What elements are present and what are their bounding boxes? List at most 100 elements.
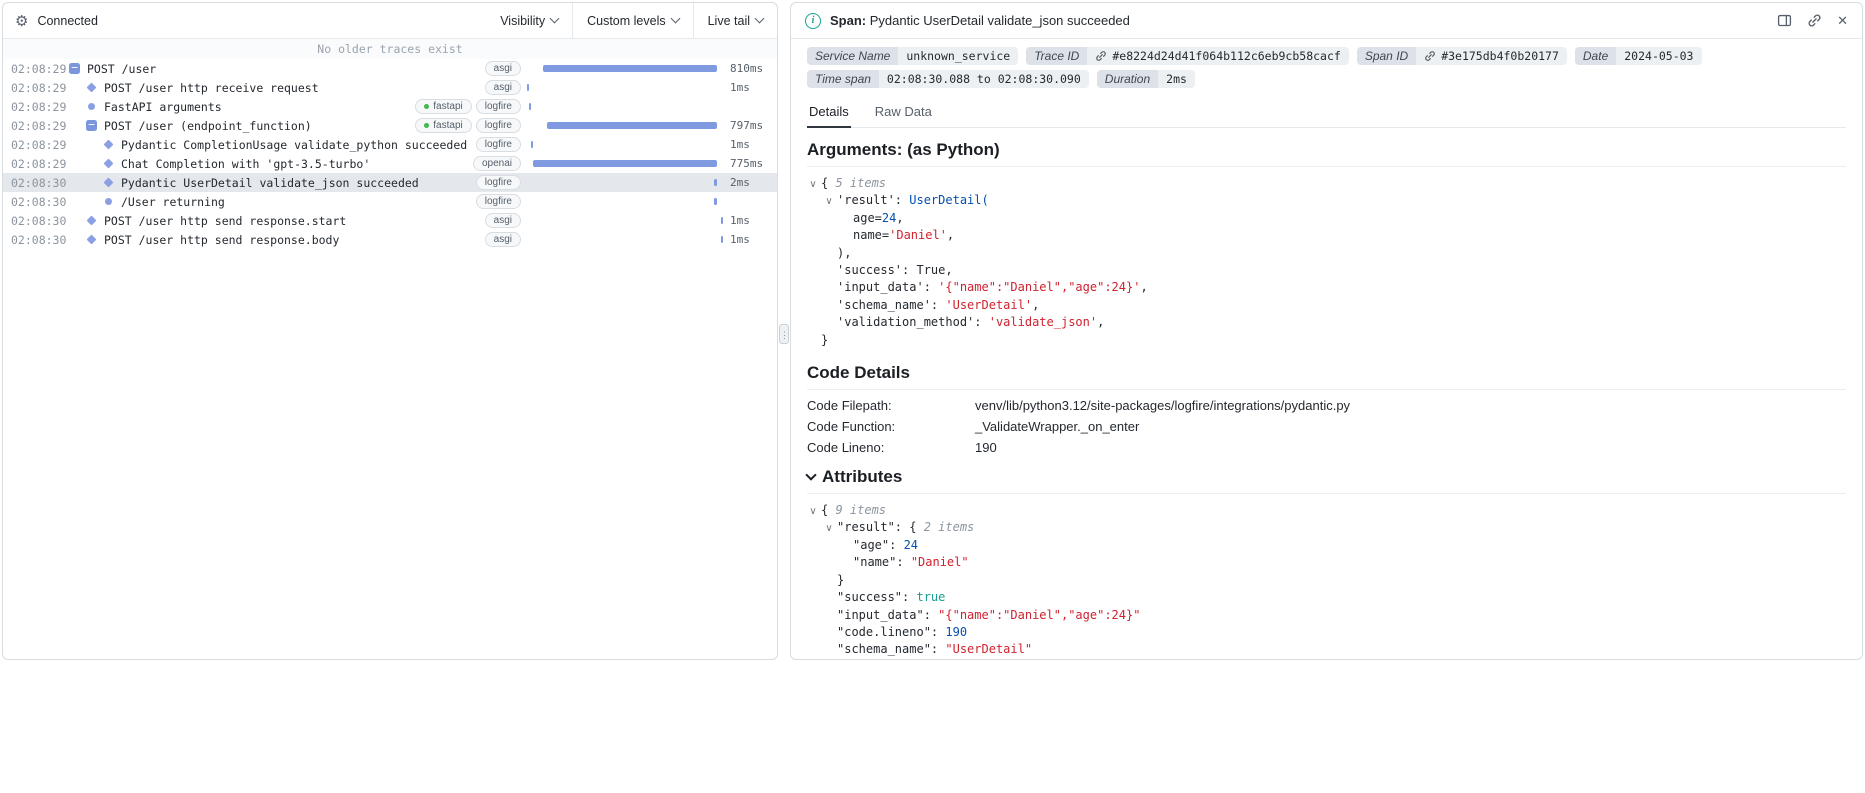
duration-bar (542, 65, 718, 72)
code-token: : (902, 590, 917, 605)
code-token: : (896, 555, 911, 570)
chevron-down-icon (670, 13, 681, 24)
tag-logfire[interactable]: logfire (475, 118, 521, 133)
panel-resize-handle[interactable] (779, 324, 789, 344)
tag-logfire[interactable]: logfire (475, 99, 521, 114)
collapse-caret-icon[interactable] (807, 175, 819, 193)
duration-label: 797ms (730, 119, 764, 132)
meta-badge-value[interactable]: #e8224d24d41f064b112c6eb9cb58cacf (1087, 47, 1349, 65)
copy-link-icon[interactable] (1807, 13, 1822, 28)
collapse-caret-icon[interactable] (823, 192, 835, 210)
code-details-heading: Code Details (807, 363, 1846, 391)
collapse-toggle-icon[interactable] (69, 63, 80, 74)
tag-logfire[interactable]: logfire (475, 137, 521, 152)
code-token: : (889, 537, 904, 552)
code-line: age=24, (807, 210, 1846, 227)
trace-timestamp: 02:08:30 (11, 194, 67, 209)
attributes-heading-text: Attributes (822, 467, 903, 487)
diamond-span-icon (86, 234, 97, 245)
close-icon[interactable] (1837, 13, 1848, 29)
span-detail-title: Span: Pydantic UserDetail validate_json … (830, 13, 1130, 28)
code-token: "UserDetail" (945, 642, 1033, 657)
code-token: 24 (903, 537, 919, 552)
meta-badge-value[interactable]: #3e175db4f0b20177 (1416, 47, 1567, 65)
tag-asgi[interactable]: asgi (484, 213, 521, 228)
meta-badge-label: Duration (1096, 70, 1159, 88)
visibility-dropdown[interactable]: Visibility (486, 3, 572, 38)
trace-row[interactable]: 02:08:29 FastAPI arguments fastapi logfire (3, 97, 777, 116)
trace-row-main: POST /user (69, 62, 479, 76)
duration-label: 1ms (730, 81, 750, 94)
dock-panel-icon[interactable] (1777, 13, 1792, 28)
attributes-collapse-icon[interactable] (805, 468, 817, 481)
code-token: 'input_data' (837, 280, 924, 295)
diamond-span-icon (86, 82, 97, 93)
trace-row[interactable]: 02:08:29 POST /user http receive request a… (3, 78, 777, 97)
code-token: , (946, 228, 955, 243)
trace-row[interactable]: 02:08:30 POST /user http send response.st… (3, 211, 777, 230)
trace-row[interactable]: 02:08:29 POST /user (endpoint_function) fa… (3, 116, 777, 135)
code-token: : (894, 520, 910, 535)
tag-openai[interactable]: openai (472, 156, 521, 171)
attributes-heading: Attributes (805, 467, 1846, 495)
span-meta-badges: Service Name unknown_service Trace ID #e822… (807, 47, 1846, 88)
span-name-label: Chat Completion with 'gpt-3.5-turbo' (121, 156, 371, 171)
code-token: , (1032, 297, 1040, 312)
tab-raw-data[interactable]: Raw Data (873, 98, 934, 127)
link-icon (1425, 51, 1435, 61)
meta-badge-value: 2ms (1158, 70, 1195, 88)
code-token: "name" (853, 555, 897, 570)
code-token: : (974, 315, 989, 330)
tag-logfire[interactable]: logfire (475, 175, 521, 190)
live-tail-dropdown[interactable]: Live tail (692, 3, 777, 38)
code-line: 'validation_method': 'validate_json', (807, 314, 1846, 331)
custom-levels-dropdown[interactable]: Custom levels (572, 3, 693, 38)
trace-row[interactable]: 02:08:30 POST /user http send response.bo… (3, 230, 777, 249)
tag-asgi[interactable]: asgi (484, 232, 521, 247)
tag-fastapi[interactable]: fastapi (415, 118, 472, 133)
collapse-caret-icon[interactable] (823, 519, 835, 537)
code-token: ), (837, 245, 852, 260)
code-detail-value: 190 (975, 440, 997, 456)
tag-asgi[interactable]: asgi (484, 80, 521, 95)
trace-row-main: Pydantic CompletionUsage validate_python… (69, 138, 470, 152)
trace-row[interactable]: 02:08:29 Pydantic CompletionUsage validat… (3, 135, 777, 154)
code-token: } (837, 572, 845, 587)
trace-row[interactable]: 02:08:30/User returning logfire (3, 192, 777, 211)
code-token: 190 (945, 624, 968, 639)
gear-icon[interactable] (15, 12, 28, 30)
diamond-span-icon (86, 215, 97, 226)
meta-badge-value: unknown_service (898, 47, 1019, 65)
trace-row[interactable]: 02:08:29 POST /user asgi 810ms (3, 59, 777, 78)
code-line: "input_data": "{"name":"Daniel","age":24… (807, 607, 1846, 624)
link-icon (1096, 51, 1107, 61)
code-token: 5 items (828, 176, 887, 190)
code-token: 'validation_method' (837, 315, 975, 330)
tag-logfire[interactable]: logfire (475, 194, 521, 209)
connected-label: Connected (37, 13, 98, 28)
tag-list: asgi (479, 80, 527, 95)
code-token: '{"name":"Daniel","age":24}' (938, 280, 1141, 295)
tab-details[interactable]: Details (807, 98, 851, 128)
duration-bar-track (527, 116, 723, 135)
code-token: 9 items (828, 503, 887, 518)
tag-fastapi[interactable]: fastapi (415, 99, 472, 114)
code-details-grid: Code Filepath: venv/lib/python3.12/site-p… (807, 398, 1846, 455)
meta-badge: Trace ID #e8224d24d41f064b112c6eb9cb58cac… (1026, 47, 1349, 65)
code-detail-value: _ValidateWrapper._on_enter (975, 419, 1140, 435)
collapse-caret-icon[interactable] (807, 502, 819, 520)
duration-bar-track (527, 135, 723, 154)
meta-badge-value: 2024-05-03 (1616, 47, 1702, 65)
trace-row-main: FastAPI arguments (69, 100, 409, 114)
code-detail-label: Code Function: (807, 419, 896, 435)
duration-bar-track (527, 154, 723, 173)
trace-row[interactable]: 02:08:29 Chat Completion with 'gpt-3.5-tu… (3, 154, 777, 173)
trace-row-main: Chat Completion with 'gpt-3.5-turbo' (69, 157, 467, 171)
tag-list: fastapi logfire (409, 118, 527, 133)
tag-asgi[interactable]: asgi (484, 61, 521, 76)
code-line: name='Daniel', (807, 227, 1846, 244)
collapse-toggle-icon[interactable] (86, 120, 97, 131)
code-line: } (807, 332, 1846, 349)
trace-timestamp: 02:08:29 (11, 99, 67, 114)
trace-row[interactable]: 02:08:30 Pydantic UserDetail validate_jso… (3, 173, 777, 192)
